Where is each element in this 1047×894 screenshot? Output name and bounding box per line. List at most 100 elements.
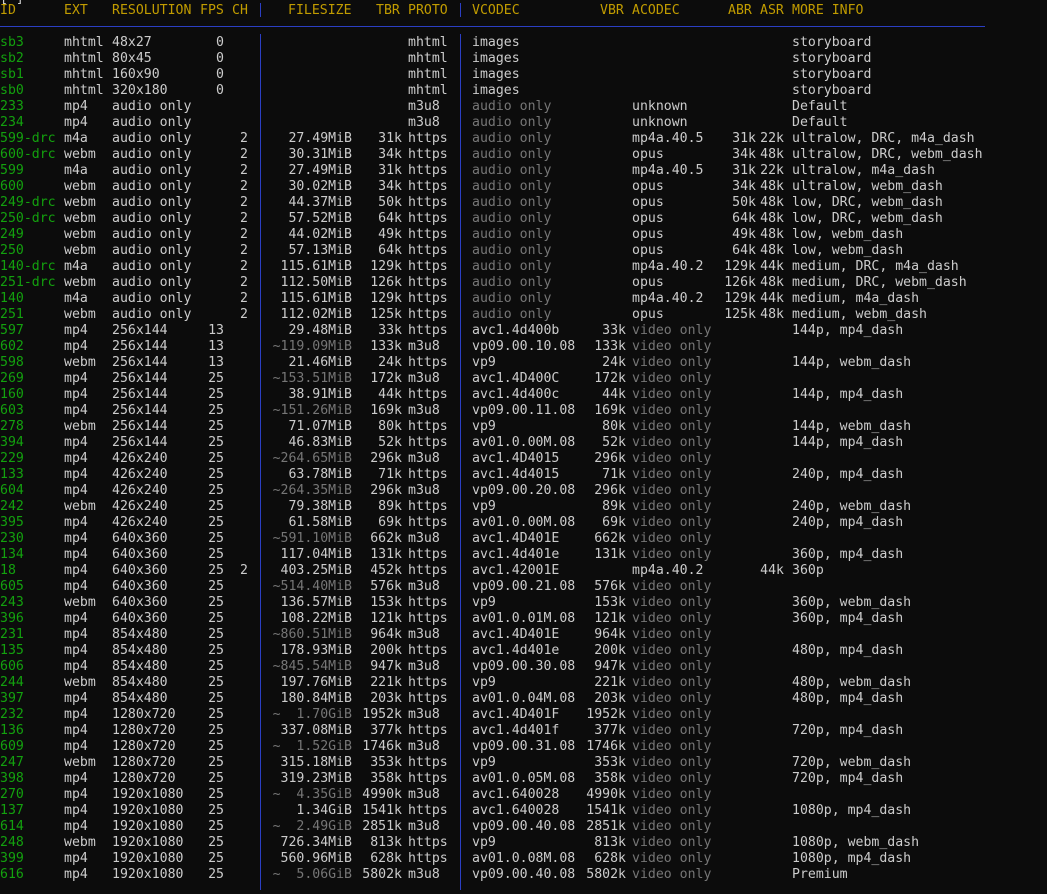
cell-resolution: 320x180 — [112, 83, 168, 98]
table-row: 134 mp4 640x360 25 117.04MiB 131k https avc1.4d… — [0, 547, 1047, 563]
cell-resolution: audio only — [112, 147, 192, 162]
cell-ext: webm — [64, 835, 96, 850]
cell-vbr: 947k — [594, 659, 626, 674]
cell-proto: mhtml — [408, 51, 448, 66]
cell-ext: mp4 — [64, 643, 88, 658]
cell-more-info: storyboard — [792, 67, 872, 82]
cell-acodec: opus — [632, 147, 664, 162]
cell-vbr: 4990k — [586, 787, 626, 802]
cell-vbr: 131k — [594, 547, 626, 562]
cell-proto: https — [408, 675, 448, 690]
cell-resolution: 256x144 — [112, 387, 168, 402]
cell-filesize: 560.96MiB — [280, 851, 352, 866]
cell-vbr: 221k — [594, 675, 626, 690]
cell-filesize: 57.13MiB — [288, 243, 352, 258]
cell-proto: https — [408, 499, 448, 514]
cell-fps: 25 — [208, 563, 224, 578]
cell-more-info: Default — [792, 115, 848, 130]
cell-acodec: video only — [632, 819, 712, 834]
cell-proto: https — [408, 323, 448, 338]
cell-fps: 25 — [208, 675, 224, 690]
cell-more-info: ultralow, webm_dash — [792, 179, 943, 194]
cell-proto: https — [408, 467, 448, 482]
cell-acodec: video only — [632, 643, 712, 658]
table-row: 614 mp4 1920x1080 25 ~ 2.49GiB 2851k m3u8 vp09.… — [0, 819, 1047, 835]
table-row: 399 mp4 1920x1080 25 560.96MiB 628k https av01.… — [0, 851, 1047, 867]
cell-vcodec: avc1.640028 — [472, 803, 560, 818]
cell-acodec: video only — [632, 691, 712, 706]
cell-vcodec: vp09.00.10.08 — [472, 339, 576, 354]
cell-vcodec: avc1.4d4015 — [472, 467, 560, 482]
cell-filesize: 180.84MiB — [280, 691, 352, 706]
table-row: 597 mp4 256x144 13 29.48MiB 33k https avc1.4d40… — [0, 323, 1047, 339]
cell-fps: 25 — [208, 515, 224, 530]
table-row: 234 mp4 audio only m3u8 audio only unknown Def… — [0, 115, 1047, 131]
table-row: 140-drc m4a audio only 2 115.61MiB 129k https a… — [0, 259, 1047, 275]
cell-proto: https — [408, 211, 448, 226]
cell-filesize: 29.48MiB — [288, 323, 352, 338]
cell-ext: mp4 — [64, 627, 88, 642]
cell-ext: webm — [64, 227, 96, 242]
cell-vbr: 662k — [594, 531, 626, 546]
cell-filesize: 1.34GiB — [296, 803, 352, 818]
cell-vbr: 52k — [602, 435, 626, 450]
cell-vcodec: audio only — [472, 179, 552, 194]
cell-abr: 129k — [724, 291, 756, 306]
cell-id: 270 — [0, 787, 24, 802]
cell-acodec: video only — [632, 595, 712, 610]
cell-acodec: opus — [632, 275, 664, 290]
cell-ext: webm — [64, 195, 96, 210]
cell-vcodec: audio only — [472, 243, 552, 258]
cell-resolution: audio only — [112, 179, 192, 194]
cell-tbr: 358k — [370, 771, 402, 786]
cell-more-info: 144p, webm_dash — [792, 419, 912, 434]
cell-resolution: 1920x1080 — [112, 787, 184, 802]
cell-ext: mhtml — [64, 51, 104, 66]
cell-id: 140-drc — [0, 259, 56, 274]
cell-resolution: 640x360 — [112, 611, 168, 626]
cell-filesize: ~264.65MiB — [272, 451, 352, 466]
terminal-window[interactable]: [ ] ID EXT RESOLUTION FPS CH FILESIZE TB… — [0, 0, 1047, 894]
cell-tbr: 64k — [378, 211, 402, 226]
cell-tbr: 5802k — [362, 867, 402, 882]
cell-vcodec: vp09.00.40.08 — [472, 867, 576, 882]
cell-filesize: ~ 2.49GiB — [272, 819, 352, 834]
cell-proto: m3u8 — [408, 627, 440, 642]
cell-ch: 2 — [240, 275, 248, 290]
table-row: sb0 mhtml 320x180 0 mhtml images storyboard — [0, 83, 1047, 99]
cell-ext: m4a — [64, 259, 88, 274]
cell-acodec: video only — [632, 611, 712, 626]
cell-abr: 31k — [732, 131, 756, 146]
cell-acodec: opus — [632, 227, 664, 242]
cell-tbr: 80k — [378, 419, 402, 434]
cell-acodec: video only — [632, 723, 712, 738]
header-more-info: MORE INFO — [792, 3, 864, 18]
cell-vcodec: vp9 — [472, 595, 496, 610]
cell-resolution: 426x240 — [112, 483, 168, 498]
cell-id: 134 — [0, 547, 24, 562]
cell-proto: https — [408, 435, 448, 450]
cell-more-info: 720p, mp4_dash — [792, 771, 904, 786]
cell-vcodec: audio only — [472, 291, 552, 306]
cell-ext: mp4 — [64, 371, 88, 386]
cell-tbr: 126k — [370, 275, 402, 290]
cell-filesize: 30.31MiB — [288, 147, 352, 162]
cell-resolution: 256x144 — [112, 371, 168, 386]
cell-id: 244 — [0, 675, 24, 690]
cell-vcodec: vp09.00.21.08 — [472, 579, 576, 594]
cell-acodec: video only — [632, 547, 712, 562]
cell-tbr: 153k — [370, 595, 402, 610]
cell-id: 397 — [0, 691, 24, 706]
cell-filesize: 115.61MiB — [280, 259, 352, 274]
cell-vbr: 153k — [594, 595, 626, 610]
cell-ch: 2 — [240, 259, 248, 274]
cell-vbr: 358k — [594, 771, 626, 786]
table-row: 598 webm 256x144 13 21.46MiB 24k https vp9 24k vi… — [0, 355, 1047, 371]
table-row: 398 mp4 1280x720 25 319.23MiB 358k https av01.0… — [0, 771, 1047, 787]
table-row: 600-drc webm audio only 2 30.31MiB 34k https au… — [0, 147, 1047, 163]
cell-ext: webm — [64, 307, 96, 322]
cell-filesize: 136.57MiB — [280, 595, 352, 610]
cell-resolution: 1280x720 — [112, 739, 176, 754]
cell-filesize: 726.34MiB — [280, 835, 352, 850]
cell-fps: 25 — [208, 659, 224, 674]
